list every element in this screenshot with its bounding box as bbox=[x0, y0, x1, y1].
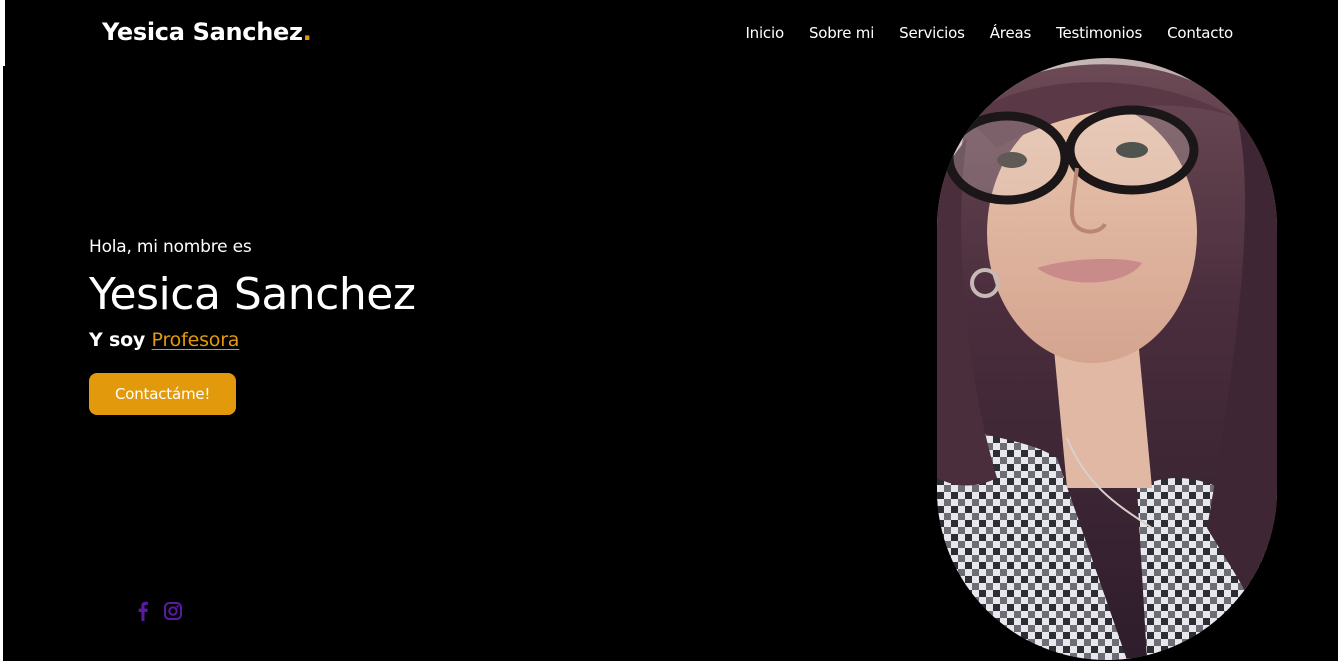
hero-text: Hola, mi nombre es Yesica Sanchez Y soy … bbox=[89, 237, 416, 415]
contact-button[interactable]: Contactáme! bbox=[89, 373, 237, 415]
hero-section: Yesica Sanchez. Inicio Sobre mi Servicio… bbox=[5, 0, 1338, 661]
profile-photo bbox=[937, 58, 1277, 660]
role-prefix: Y soy bbox=[89, 329, 152, 351]
brand-logo[interactable]: Yesica Sanchez. bbox=[102, 18, 312, 46]
nav-item-servicios[interactable]: Servicios bbox=[899, 24, 965, 42]
nav-item-areas[interactable]: Áreas bbox=[990, 24, 1032, 42]
brand-name: Yesica Sanchez bbox=[102, 18, 303, 46]
nav-item-inicio[interactable]: Inicio bbox=[745, 24, 784, 42]
hero-greeting: Hola, mi nombre es bbox=[89, 237, 252, 257]
nav-item-contacto[interactable]: Contacto bbox=[1167, 24, 1233, 42]
facebook-icon[interactable] bbox=[133, 600, 153, 622]
brand-dot: . bbox=[302, 18, 312, 46]
nav-item-sobre-mi[interactable]: Sobre mi bbox=[809, 24, 874, 42]
hero-role: Y soy Profesora bbox=[89, 329, 415, 351]
main-nav: Inicio Sobre mi Servicios Áreas Testimon… bbox=[720, 24, 1233, 42]
social-links bbox=[133, 600, 183, 622]
nav-item-testimonios[interactable]: Testimonios bbox=[1056, 24, 1142, 42]
instagram-icon[interactable] bbox=[163, 600, 183, 622]
hero-name: Yesica Sanchez bbox=[89, 269, 416, 320]
role-profession[interactable]: Profesora bbox=[152, 329, 240, 351]
